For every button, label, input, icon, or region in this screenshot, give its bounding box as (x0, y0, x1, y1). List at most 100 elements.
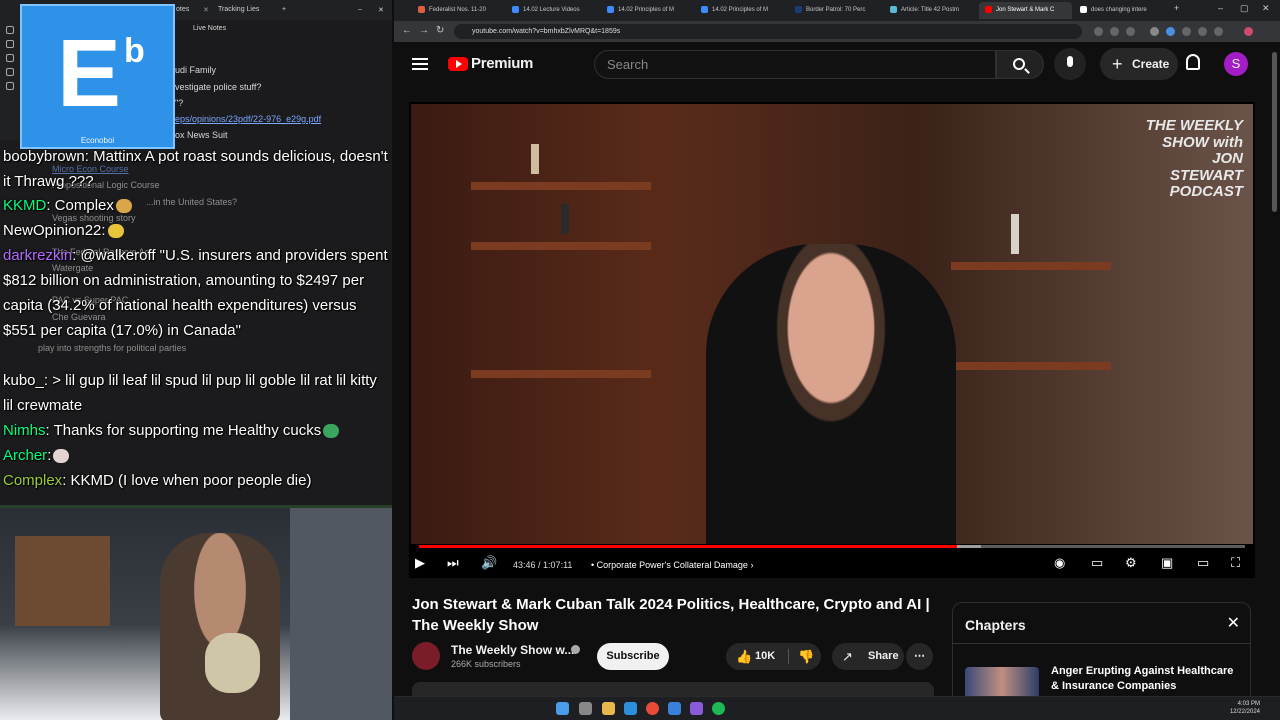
maximize-icon[interactable]: ▢ (1240, 3, 1249, 14)
notifications-icon[interactable] (1186, 54, 1200, 70)
menu-icon[interactable] (412, 58, 428, 70)
browser-tab[interactable]: 14.02 Lecture Videos (506, 2, 599, 19)
start-icon[interactable] (556, 702, 569, 715)
next-icon[interactable]: ⏭ (447, 555, 459, 571)
system-clock[interactable]: 4:03 PM 12/22/2024 (1230, 700, 1260, 716)
browser-tab[interactable]: does changing intere (1074, 2, 1167, 19)
more-actions-button[interactable]: ⋯ (906, 643, 933, 670)
clock-date: 12/22/2024 (1229, 709, 1260, 715)
scroll-thumb[interactable] (1272, 52, 1277, 212)
extension-icon[interactable] (1150, 27, 1159, 36)
note-item[interactable]: udi Family (175, 65, 216, 75)
chat-text: : > lil gup lil leaf lil spud lil pup li… (3, 372, 377, 414)
note-item[interactable]: ox News Suit (175, 130, 228, 140)
captions-icon[interactable]: ▭ (1091, 555, 1103, 571)
app-icon[interactable] (668, 702, 681, 715)
youtube-brand[interactable]: Premium (471, 55, 533, 72)
voice-search-icon[interactable] (1054, 48, 1086, 80)
autoplay-toggle[interactable]: ◉ (1054, 555, 1065, 571)
back-icon[interactable]: ← (402, 25, 412, 36)
player-controls: ▶ ⏭ 🔊 43:46 / 1:07:11 • Corporate Power'… (409, 552, 1255, 578)
url-field[interactable]: youtube.com/watch?v=bmhxbZlvMRQ&t=1859s (454, 24, 1082, 39)
description-box[interactable] (412, 682, 934, 696)
create-button[interactable]: + Create (1100, 48, 1178, 80)
play-icon[interactable]: ▶ (415, 555, 425, 571)
close-window-icon[interactable]: ✕ (378, 6, 384, 14)
forward-icon[interactable]: → (419, 25, 429, 36)
streamer (160, 533, 280, 720)
task-view-icon[interactable] (579, 702, 592, 715)
spotify-icon[interactable] (712, 702, 725, 715)
reload-icon[interactable]: ↻ (436, 25, 444, 36)
browser-tab[interactable]: Federalist Nos. 11-20 (412, 2, 505, 19)
new-tab-icon[interactable]: + (1174, 3, 1179, 13)
chat-text: : KKMD (I love when poor people die) (62, 472, 312, 489)
browser-tab[interactable]: 14.02 Principles of M (601, 2, 694, 19)
obs-icon[interactable] (690, 702, 703, 715)
account-avatar[interactable]: S (1224, 52, 1248, 76)
emote-icon (53, 449, 70, 464)
bookmark-icon[interactable] (1126, 27, 1135, 36)
youtube-logo-icon[interactable] (448, 57, 468, 71)
dislike-icon[interactable]: 👎 (798, 643, 814, 670)
browser-tab[interactable]: 14.02 Principles of M (695, 2, 788, 19)
browser-window: Federalist Nos. 11-20 14.02 Lecture Vide… (394, 0, 1280, 720)
notes-tab[interactable]: otes (176, 6, 189, 13)
panel-title: Live Notes (193, 25, 227, 32)
share-button[interactable]: ↗ Share (832, 643, 904, 670)
emote-icon (107, 224, 124, 239)
search-icon (1013, 58, 1025, 70)
volume-icon[interactable]: 🔊 (481, 555, 497, 571)
profile-icon[interactable] (1244, 27, 1253, 36)
chat-text: : Complex (46, 197, 114, 214)
extension-icon[interactable] (1182, 27, 1191, 36)
minimize-icon[interactable]: – (1218, 3, 1223, 13)
emote-icon (115, 199, 132, 214)
tab-label: 14.02 Principles of M (618, 7, 675, 13)
note-link[interactable]: eps/opinions/23pdf/22-976_e29g.pdf (175, 114, 321, 124)
close-icon[interactable]: ✕ (1262, 3, 1270, 14)
miniplayer-icon[interactable]: ▣ (1161, 555, 1173, 571)
progress-bar[interactable] (419, 545, 1245, 548)
time-separator: / (535, 560, 544, 570)
note-item[interactable]: vestigate police stuff? (175, 82, 261, 92)
tab-label: Federalist Nos. 11-20 (429, 7, 486, 13)
like-count[interactable]: 10K (755, 643, 775, 670)
chapter-item-title[interactable]: Anger Erupting Against Healthcare & Insu… (1051, 664, 1241, 694)
chrome-icon[interactable] (646, 702, 659, 715)
settings-icon[interactable]: ⚙ (1125, 555, 1137, 571)
search-input[interactable]: Search (594, 50, 996, 79)
channel-avatar[interactable] (412, 642, 440, 670)
search-button[interactable] (996, 50, 1044, 79)
chat-message: NewOpinion22: (3, 218, 389, 243)
browser-tab[interactable]: Article: Title 42 Postm (884, 2, 977, 19)
theater-mode-icon[interactable]: ▭ (1197, 555, 1209, 571)
extension-icon[interactable] (1094, 27, 1103, 36)
subscribe-button[interactable]: Subscribe (597, 643, 669, 670)
video-player[interactable]: THE WEEKLY SHOW with JON STEWART PODCAST… (409, 102, 1255, 578)
like-icon[interactable]: 👍 (736, 643, 752, 670)
tracking-lies-tab[interactable]: Tracking Lies (218, 6, 259, 13)
page-scrollbar[interactable] (1270, 42, 1278, 710)
subscriber-count: 266K subscribers (451, 659, 521, 669)
extension-icon[interactable] (1166, 27, 1175, 36)
fullscreen-icon[interactable]: ⛶ (1231, 555, 1240, 571)
extension-icon[interactable] (1110, 27, 1119, 36)
note-item[interactable]: "? (175, 98, 183, 108)
file-explorer-icon[interactable] (602, 702, 615, 715)
chat-username: boobybrown (3, 148, 85, 165)
new-tab-icon[interactable]: + (282, 6, 286, 13)
extension-icon[interactable] (1214, 27, 1223, 36)
close-icon[interactable]: ✕ (1227, 613, 1240, 633)
chapter-thumbnail[interactable] (965, 667, 1039, 699)
tab-label: Border Patrol: 70 Perc (806, 7, 866, 13)
extension-icon[interactable] (1198, 27, 1207, 36)
chapter-title[interactable]: • Corporate Power's Collateral Damage › (591, 560, 753, 570)
browser-tab-active[interactable]: Jon Stewart & Mark C (979, 2, 1072, 19)
edge-icon[interactable] (624, 702, 637, 715)
tab-close-icon[interactable]: ✕ (203, 6, 209, 14)
minimize-icon[interactable]: – (358, 6, 362, 13)
channel-name[interactable]: The Weekly Show w... (451, 643, 574, 657)
tab-favicon-icon (418, 5, 425, 13)
browser-tab[interactable]: Border Patrol: 70 Perc (789, 2, 882, 19)
